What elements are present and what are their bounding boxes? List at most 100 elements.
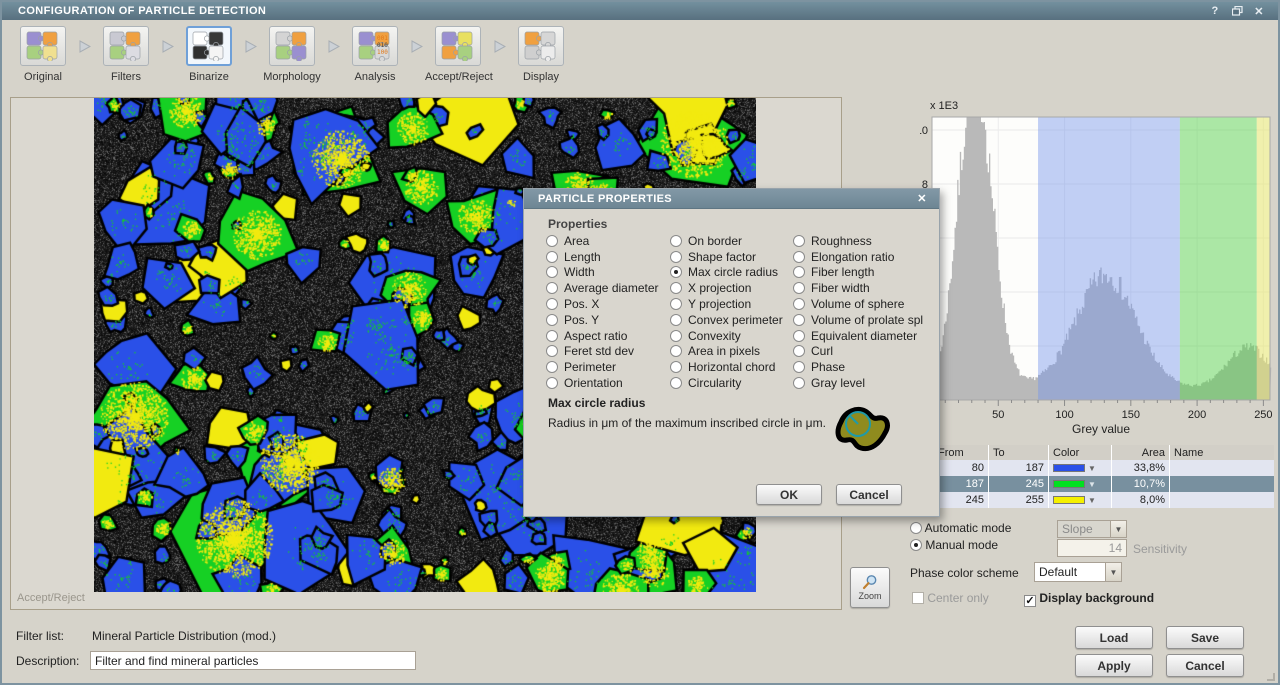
radio-circle <box>546 266 558 278</box>
property-radio-width[interactable]: Width <box>546 265 659 281</box>
property-radio-circularity[interactable]: Circularity <box>670 375 783 391</box>
property-radio-pos-y[interactable]: Pos. Y <box>546 312 659 328</box>
magnifier-icon <box>862 574 878 590</box>
chevron-down-icon[interactable]: ▼ <box>1088 464 1096 473</box>
property-radio-orientation[interactable]: Orientation <box>546 375 659 391</box>
toolbar-step-display[interactable]: Display <box>508 26 574 83</box>
radio-circle <box>546 282 558 294</box>
property-radio-area-in-pixels[interactable]: Area in pixels <box>670 344 783 360</box>
radio-circle <box>546 314 558 326</box>
save-button[interactable]: Save <box>1166 626 1244 649</box>
filter-list-label: Filter list: <box>16 629 64 643</box>
slope-dropdown[interactable]: Slope ▼ <box>1057 520 1127 538</box>
radio-circle <box>546 235 558 247</box>
property-radio-length[interactable]: Length <box>546 249 659 265</box>
zoom-button[interactable]: Zoom <box>850 567 890 608</box>
toolbar-step-morphology[interactable]: Morphology <box>259 26 325 83</box>
radio-circle <box>793 298 805 310</box>
property-radio-fiber-length[interactable]: Fiber length <box>793 265 923 281</box>
property-label: Pos. Y <box>564 313 599 327</box>
property-radio-elongation-ratio[interactable]: Elongation ratio <box>793 249 923 265</box>
step-label: Accept/Reject <box>425 71 491 83</box>
property-radio-horizontal-chord[interactable]: Horizontal chord <box>670 359 783 375</box>
phase-table: FromToColorAreaName80187▼33,8%187245▼10,… <box>934 445 1274 508</box>
toolbar-step-binarize[interactable]: Binarize <box>176 26 242 83</box>
chevron-down-icon[interactable]: ▼ <box>1105 563 1121 581</box>
help-button[interactable]: ? <box>1204 4 1226 18</box>
chevron-down-icon[interactable]: ▼ <box>1110 521 1126 537</box>
apply-button[interactable]: Apply <box>1075 654 1153 677</box>
toolbar-step-analysis[interactable]: 001010100Analysis <box>342 26 408 83</box>
phase-color-scheme-dropdown[interactable]: Default ▼ <box>1034 562 1122 582</box>
property-radio-convex-perimeter[interactable]: Convex perimeter <box>670 312 783 328</box>
property-radio-curl[interactable]: Curl <box>793 344 923 360</box>
image-caption: Accept/Reject <box>17 592 85 604</box>
property-label: Gray level <box>811 376 865 390</box>
property-radio-equivalent-diameter[interactable]: Equivalent diameter <box>793 328 923 344</box>
description-input[interactable] <box>90 651 416 670</box>
property-radio-y-projection[interactable]: Y projection <box>670 296 783 312</box>
property-radio-on-border[interactable]: On border <box>670 233 783 249</box>
phase-color-swatch[interactable] <box>1053 480 1085 488</box>
radio-circle <box>670 298 682 310</box>
property-radio-gray-level[interactable]: Gray level <box>793 375 923 391</box>
chevron-down-icon[interactable]: ▼ <box>1088 496 1096 505</box>
dialog-cancel-button[interactable]: Cancel <box>836 484 902 505</box>
svg-text:001: 001 <box>377 35 388 42</box>
svg-text:Grey value: Grey value <box>1072 422 1130 436</box>
svg-text:010: 010 <box>377 42 388 49</box>
property-radio-area[interactable]: Area <box>546 233 659 249</box>
property-radio-convexity[interactable]: Convexity <box>670 328 783 344</box>
manual-mode-radio[interactable]: Manual mode <box>910 538 998 552</box>
property-radio-phase[interactable]: Phase <box>793 359 923 375</box>
property-label: Area <box>564 234 589 248</box>
property-radio-volume-of-prolate-spl[interactable]: Volume of prolate spl <box>793 312 923 328</box>
step-icon-box <box>518 26 564 66</box>
property-label: Phase <box>811 360 845 374</box>
property-radio-pos-x[interactable]: Pos. X <box>546 296 659 312</box>
property-radio-average-diameter[interactable]: Average diameter <box>546 280 659 296</box>
description-label: Description: <box>16 654 79 668</box>
svg-text:100: 100 <box>1055 409 1073 421</box>
load-button[interactable]: Load <box>1075 626 1153 649</box>
configuration-window: CONFIGURATION OF PARTICLE DETECTION ? ✕ … <box>0 0 1280 685</box>
phase-color-swatch[interactable] <box>1053 464 1085 472</box>
phase-table-row[interactable]: 187245▼10,7% <box>934 476 1274 492</box>
title-bar[interactable]: CONFIGURATION OF PARTICLE DETECTION ? ✕ <box>2 2 1278 20</box>
radio-circle <box>793 377 805 389</box>
property-radio-fiber-width[interactable]: Fiber width <box>793 280 923 296</box>
toolbar-step-original[interactable]: Original <box>10 26 76 83</box>
toolbar-step-accept-reject[interactable]: Accept/Reject <box>425 26 491 83</box>
sensitivity-input[interactable] <box>1057 539 1127 557</box>
restore-button[interactable] <box>1226 4 1248 18</box>
chevron-down-icon[interactable]: ▼ <box>1088 480 1096 489</box>
property-radio-shape-factor[interactable]: Shape factor <box>670 249 783 265</box>
close-button[interactable]: ✕ <box>1248 4 1270 18</box>
phase-color-swatch[interactable] <box>1053 496 1085 504</box>
property-radio-feret-std-dev[interactable]: Feret std dev <box>546 344 659 360</box>
ok-button[interactable]: OK <box>756 484 822 505</box>
center-only-checkbox[interactable]: Center only <box>912 591 989 605</box>
property-label: Shape factor <box>688 250 756 264</box>
phase-table-row[interactable]: 245255▼8,0% <box>934 492 1274 508</box>
radio-circle <box>546 330 558 342</box>
property-radio-aspect-ratio[interactable]: Aspect ratio <box>546 328 659 344</box>
dialog-close-button[interactable]: ✕ <box>913 192 931 205</box>
property-label: Aspect ratio <box>564 329 627 343</box>
phase-table-header: FromToColorAreaName <box>934 445 1274 460</box>
automatic-mode-radio[interactable]: Automatic mode <box>910 521 1011 535</box>
grey-value-histogram[interactable]: 50100150200250108x 1E3Grey value <box>920 97 1280 442</box>
phase-table-row[interactable]: 80187▼33,8% <box>934 460 1274 476</box>
property-column-3: RoughnessElongation ratioFiber lengthFib… <box>793 233 923 391</box>
property-radio-volume-of-sphere[interactable]: Volume of sphere <box>793 296 923 312</box>
property-radio-x-projection[interactable]: X projection <box>670 280 783 296</box>
property-radio-max-circle-radius[interactable]: Max circle radius <box>670 265 783 281</box>
toolbar-step-filters[interactable]: Filters <box>93 26 159 83</box>
phase-color-scheme-label: Phase color scheme <box>910 566 1019 580</box>
dialog-title-bar[interactable]: PARTICLE PROPERTIES ✕ <box>524 189 939 209</box>
display-background-checkbox[interactable]: ✓ Display background <box>1024 591 1154 607</box>
property-radio-perimeter[interactable]: Perimeter <box>546 359 659 375</box>
property-radio-roughness[interactable]: Roughness <box>793 233 923 249</box>
resize-grip[interactable] <box>1267 673 1275 681</box>
cancel-button[interactable]: Cancel <box>1166 654 1244 677</box>
